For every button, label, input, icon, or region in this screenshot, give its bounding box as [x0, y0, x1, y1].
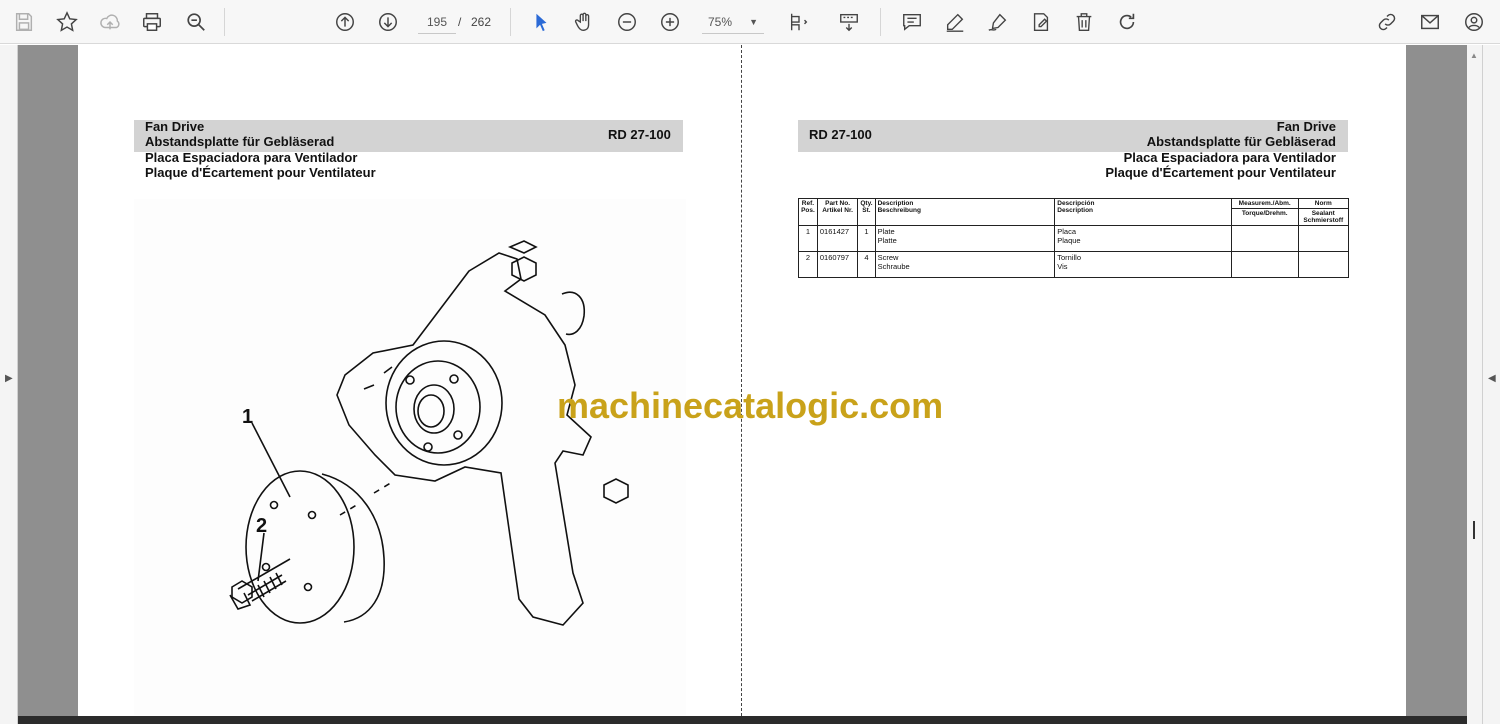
callout-1: 1: [242, 406, 253, 428]
zoom-value: 75%: [708, 15, 733, 29]
left-title-fr: Plaque d'Écartement pour Ventilateur: [145, 165, 376, 180]
fill-sign-icon[interactable]: [1025, 6, 1057, 38]
parts-table: Ref. Pos. Part No. Artikel Nr. Qty. St. …: [798, 198, 1349, 278]
right-title-fr: Plaque d'Écartement pour Ventilateur: [1105, 165, 1336, 180]
right-panel-toggle[interactable]: ◀: [1482, 45, 1500, 724]
th-part: Part No. Artikel Nr.: [816, 198, 859, 226]
select-arrow-icon[interactable]: [525, 6, 557, 38]
scroll-mode-icon[interactable]: [833, 6, 865, 38]
save-icon[interactable]: [8, 6, 40, 38]
th-meas: Measurem./Abm.: [1230, 198, 1299, 209]
cell-desc-fr: Vis: [1057, 262, 1068, 271]
account-icon[interactable]: [1458, 6, 1490, 38]
zoom-search-icon[interactable]: [180, 6, 212, 38]
cell-sealant: [1297, 225, 1349, 252]
hand-icon[interactable]: [568, 6, 600, 38]
cell-part: 0160797: [816, 251, 859, 278]
cell-torque: [1230, 251, 1299, 278]
cell-desc-en: Plate: [877, 227, 895, 236]
bottom-bar: [18, 716, 1467, 724]
zoom-out-icon[interactable]: [611, 6, 643, 38]
page-spread: Fan Drive Abstandsplatte für Gebläserad …: [78, 45, 1406, 716]
cell-desc-es-fr: Tornillo Vis: [1054, 251, 1232, 278]
print-icon[interactable]: [136, 6, 168, 38]
callout-2: 2: [256, 515, 267, 537]
left-title-de: Abstandsplatte für Gebläserad: [145, 134, 335, 149]
watermark-text: machinecatalogic.com: [557, 385, 944, 426]
bookmark-star-icon[interactable]: [51, 6, 83, 38]
cell-desc-es-fr: Placa Plaque: [1054, 225, 1232, 252]
th-desc-en: Description: [877, 200, 914, 207]
table-row: 1 0161427 1 Plate Platte Placa Plaque: [798, 225, 1349, 252]
page-number-input[interactable]: 195: [418, 10, 456, 34]
th-desc-fr: Description: [1057, 207, 1094, 214]
cell-torque: [1230, 225, 1299, 252]
th-qty: Qty. St.: [857, 198, 876, 226]
cell-desc-de: Schraube: [877, 262, 910, 271]
cell-ref: 2: [798, 251, 818, 278]
th-desc-en-de: Description Beschreibung: [874, 198, 1056, 226]
page-up-icon[interactable]: [329, 6, 361, 38]
comment-icon[interactable]: [896, 6, 928, 38]
th-desc-de: Beschreibung: [877, 207, 921, 214]
page-divider: [741, 45, 742, 716]
highlight-pen-icon[interactable]: [939, 6, 971, 38]
delete-icon[interactable]: [1068, 6, 1100, 38]
cell-qty: 4: [857, 251, 876, 278]
cell-desc-en: Screw: [877, 253, 899, 262]
chevron-right-icon: ▶: [5, 373, 13, 384]
document-viewer[interactable]: ▶ Fan Drive Abstandsplatte für Gebläsera…: [0, 45, 1500, 724]
right-title-es: Placa Espaciadora para Ventilador: [1123, 150, 1336, 165]
page-total: 262: [471, 15, 492, 29]
cell-ref: 1: [798, 225, 818, 252]
zoom-in-icon[interactable]: [654, 6, 686, 38]
cell-desc-en-de: Plate Platte: [874, 225, 1056, 252]
right-ref: RD 27-100: [809, 127, 872, 142]
vertical-scrollbar[interactable]: ▲: [1467, 45, 1482, 724]
cell-desc-de: Platte: [877, 236, 897, 245]
share-link-icon[interactable]: [1371, 6, 1403, 38]
sign-pen-icon[interactable]: [982, 6, 1014, 38]
scroll-thumb[interactable]: [1473, 521, 1475, 539]
left-ref: RD 27-100: [608, 127, 671, 142]
cell-desc-fr: Plaque: [1057, 236, 1081, 245]
mail-icon[interactable]: [1414, 6, 1446, 38]
th-sealant: Sealant Schmierstoff: [1297, 208, 1349, 226]
zoom-select[interactable]: 75% ▼: [702, 10, 764, 34]
rotate-icon[interactable]: [1111, 6, 1143, 38]
th-ref: Ref. Pos.: [798, 198, 818, 226]
cell-desc-es: Tornillo: [1057, 253, 1082, 262]
scroll-up-icon[interactable]: ▲: [1470, 51, 1478, 60]
th-desc-es-fr: Descripción Description: [1054, 198, 1232, 226]
th-torque: Torque/Drehm.: [1230, 208, 1299, 226]
chevron-down-icon: ▼: [749, 17, 758, 27]
table-row: 2 0160797 4 Screw Schraube Tornillo Vis: [798, 251, 1349, 278]
right-title-en: Fan Drive: [1276, 119, 1336, 134]
page-separator: /: [458, 15, 462, 29]
page-down-icon[interactable]: [372, 6, 404, 38]
page-fit-icon[interactable]: [783, 6, 815, 38]
exploded-parts-diagram: 1 2: [134, 199, 686, 715]
upload-cloud-icon[interactable]: [94, 6, 126, 38]
right-title-de: Abstandsplatte für Gebläserad: [1146, 134, 1336, 149]
th-norm: Norm: [1297, 198, 1349, 209]
cell-desc-en-de: Screw Schraube: [874, 251, 1056, 278]
cell-desc-es: Placa: [1057, 227, 1077, 236]
left-title-es: Placa Espaciadora para Ventilador: [145, 150, 358, 165]
toolbar: 195 / 262 75% ▼: [0, 0, 1500, 44]
left-panel-toggle[interactable]: ▶: [0, 45, 18, 724]
chevron-left-icon: ◀: [1488, 373, 1496, 384]
left-title-en: Fan Drive: [145, 119, 205, 134]
th-desc-es: Descripción: [1057, 200, 1095, 207]
cell-sealant: [1297, 251, 1349, 278]
cell-part: 0161427: [816, 225, 859, 252]
cell-qty: 1: [857, 225, 876, 252]
